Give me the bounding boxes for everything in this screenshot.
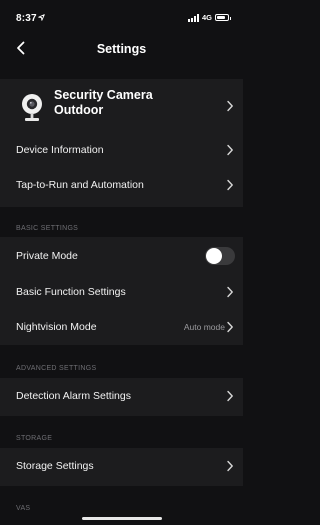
device-header-row[interactable]: Security Camera Outdoor bbox=[0, 79, 243, 133]
private-mode-toggle[interactable] bbox=[205, 247, 235, 265]
chevron-right-icon bbox=[227, 100, 233, 112]
chevron-right-icon bbox=[227, 144, 233, 156]
device-name-line2: Outdoor bbox=[54, 103, 104, 117]
section-header-storage: STORAGE bbox=[16, 435, 53, 442]
section-header-basic: BASIC SETTINGS bbox=[16, 225, 79, 232]
device-information-label: Device Information bbox=[16, 144, 104, 156]
section-header-vas: VAS bbox=[16, 505, 31, 512]
list-item[interactable]: Storage Settings bbox=[0, 454, 243, 480]
chevron-right-icon bbox=[227, 460, 233, 472]
device-name-line1: Security Camera bbox=[54, 88, 153, 102]
list-item[interactable]: Detection Alarm Settings bbox=[0, 384, 243, 410]
security-camera-icon bbox=[22, 94, 42, 121]
chevron-right-icon bbox=[227, 390, 233, 402]
chevron-right-icon bbox=[227, 286, 233, 298]
list-item[interactable]: Nightvision Mode Auto mode bbox=[0, 315, 243, 341]
section-header-advanced: ADVANCED SETTINGS bbox=[16, 365, 97, 372]
chevron-right-icon bbox=[227, 321, 233, 333]
chevron-right-icon bbox=[227, 179, 233, 191]
storage-settings-label: Storage Settings bbox=[16, 460, 94, 472]
toggle-knob bbox=[206, 248, 222, 264]
home-indicator[interactable] bbox=[82, 517, 162, 520]
list-item[interactable]: Tap-to-Run and Automation bbox=[0, 173, 243, 199]
list-item[interactable]: Device Information bbox=[0, 137, 243, 163]
nightvision-value: Auto mode bbox=[183, 322, 225, 332]
tap-to-run-label: Tap-to-Run and Automation bbox=[16, 179, 144, 191]
status-time: 8:37 bbox=[16, 13, 37, 24]
page-title: Settings bbox=[96, 42, 147, 56]
status-bar: 8:37 4G bbox=[0, 0, 243, 32]
private-mode-row: Private Mode bbox=[0, 243, 243, 269]
nightvision-label: Nightvision Mode bbox=[16, 321, 97, 333]
location-arrow-icon bbox=[38, 14, 45, 21]
cellular-signal-icon bbox=[187, 13, 199, 22]
network-type: 4G bbox=[201, 13, 212, 22]
basic-function-label: Basic Function Settings bbox=[16, 286, 126, 298]
private-mode-label: Private Mode bbox=[16, 250, 78, 262]
navigation-bar: Settings bbox=[0, 32, 243, 66]
device-name: Security Camera Outdoor bbox=[54, 88, 153, 118]
detection-alarm-label: Detection Alarm Settings bbox=[16, 390, 131, 402]
battery-icon bbox=[215, 14, 231, 21]
status-indicators: 4G bbox=[187, 13, 231, 22]
list-item[interactable]: Basic Function Settings bbox=[0, 279, 243, 305]
